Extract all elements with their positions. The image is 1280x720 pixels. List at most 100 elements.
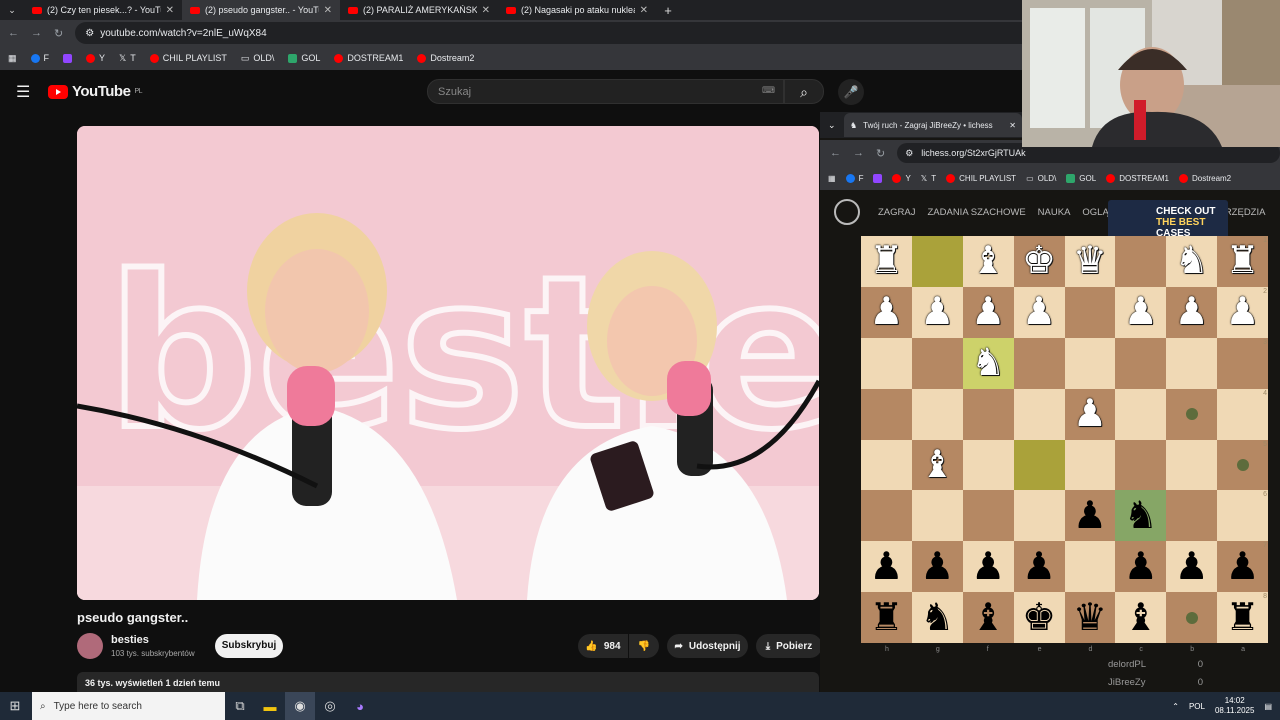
board-square[interactable] <box>1166 439 1218 491</box>
lichess-logo-icon[interactable] <box>834 199 860 225</box>
discord-icon[interactable]: ◕ <box>345 692 375 720</box>
notification-icon[interactable]: ▤ <box>1264 702 1272 711</box>
bookmark-dostream2[interactable]: Dostream2 <box>417 53 474 63</box>
board-square[interactable]: ♟ <box>1166 541 1218 593</box>
board-square[interactable] <box>1013 439 1065 491</box>
black-rook-piece[interactable]: ♜ <box>1226 599 1260 637</box>
board-square[interactable]: ♜ 8 a <box>1217 592 1268 653</box>
board-square[interactable]: ♞ <box>1166 236 1218 287</box>
board-square[interactable]: ♟ <box>1013 286 1065 338</box>
board-square[interactable]: ♛ <box>1064 236 1116 287</box>
back-icon[interactable]: ← <box>830 147 841 159</box>
white-knight-piece[interactable]: ♞ <box>1175 242 1209 280</box>
youtube-logo[interactable]: YouTube PL <box>48 83 142 100</box>
board-square[interactable] <box>1064 439 1116 491</box>
bookmark-old[interactable]: ▭ OLD\ <box>241 53 275 64</box>
board-square[interactable]: ♟ <box>1115 286 1167 338</box>
board-square[interactable]: ♟ <box>1166 286 1218 338</box>
ad-banner[interactable]: CHECK OUT THE BEST CASES <box>1108 200 1228 240</box>
board-square[interactable] <box>861 490 912 542</box>
close-icon[interactable]: ✕ <box>482 5 490 16</box>
bookmark-t[interactable]: 𝕏T <box>921 174 936 183</box>
white-queen-piece[interactable]: ♛ <box>1073 242 1107 280</box>
clock[interactable]: 14:02 08.11.2025 <box>1215 696 1254 716</box>
board-square[interactable]: b <box>1166 592 1218 653</box>
dislike-button[interactable]: 👎 <box>629 634 659 658</box>
app-icon[interactable]: ◎ <box>315 692 345 720</box>
chrome-icon[interactable]: ◉ <box>285 692 315 720</box>
board-square[interactable]: ♝ c <box>1115 592 1167 653</box>
black-pawn-piece[interactable]: ♟ <box>1124 548 1158 586</box>
black-pawn-piece[interactable]: ♟ <box>869 548 903 586</box>
board-square[interactable] <box>1115 439 1167 491</box>
black-pawn-piece[interactable]: ♟ <box>1226 548 1260 586</box>
white-knight-piece[interactable]: ♞ <box>971 344 1005 382</box>
board-square[interactable]: ♜ h <box>861 592 912 653</box>
white-rook-piece[interactable]: ♜ <box>869 242 903 280</box>
board-square[interactable]: 5 <box>1217 439 1268 491</box>
white-bishop-piece[interactable]: ♝ <box>920 446 954 484</box>
board-square[interactable]: ♟ <box>1064 388 1116 440</box>
close-icon[interactable]: ✕ <box>324 5 332 16</box>
board-square[interactable] <box>861 439 912 491</box>
tray-chevron-icon[interactable]: ⌃ <box>1172 702 1179 711</box>
board-square[interactable]: ♜ 1 <box>1217 236 1268 287</box>
board-square[interactable] <box>1115 388 1167 440</box>
board-square[interactable]: ♞ <box>962 337 1014 389</box>
bookmark-dostream1[interactable]: DOSTREAM1 <box>1106 173 1169 183</box>
board-square[interactable] <box>1064 286 1116 338</box>
back-icon[interactable]: ← <box>8 27 19 39</box>
board-square[interactable]: ♞ g <box>911 592 963 653</box>
black-rook-piece[interactable]: ♜ <box>869 599 903 637</box>
board-square[interactable]: ♟ <box>861 541 912 593</box>
board-square[interactable]: 3 <box>1217 337 1268 389</box>
bookmark-f[interactable]: F <box>30 53 49 63</box>
board-square[interactable]: ♟ <box>861 286 912 338</box>
bookmark-dostream1[interactable]: DOSTREAM1 <box>334 53 403 63</box>
nav-watch[interactable]: OGLĄ <box>1082 207 1108 218</box>
move-hint-dot[interactable] <box>1236 458 1249 471</box>
nav-learn[interactable]: NAUKA <box>1038 207 1071 218</box>
like-button[interactable]: 👍 984 <box>578 634 628 658</box>
board-square[interactable] <box>1064 337 1116 389</box>
forward-icon[interactable]: → <box>31 27 42 39</box>
bookmark-f[interactable]: F <box>845 173 863 183</box>
white-pawn-piece[interactable]: ♟ <box>920 293 954 331</box>
board-square[interactable]: ♟ <box>1064 490 1116 542</box>
tab-1[interactable]: (2) Czy ten piesek...? - YouTube ✕ <box>24 0 182 20</box>
board-square[interactable]: ♟ <box>911 541 963 593</box>
bookmark-chil[interactable]: CHIL PLAYLIST <box>946 173 1016 183</box>
bookmark-chil[interactable]: CHIL PLAYLIST <box>149 53 227 63</box>
board-square[interactable]: ♟ <box>911 286 963 338</box>
bookmark-twitch[interactable] <box>873 173 883 183</box>
board-square[interactable] <box>911 490 963 542</box>
taskbar-search-input[interactable]: ⌕ Type here to search <box>32 692 225 720</box>
white-pawn-piece[interactable]: ♟ <box>1022 293 1056 331</box>
black-pawn-piece[interactable]: ♟ <box>1073 497 1107 535</box>
board-square[interactable] <box>1115 236 1167 287</box>
board-square[interactable]: ♟ <box>962 541 1014 593</box>
task-view-icon[interactable]: ⧉ <box>225 692 255 720</box>
nav-tools[interactable]: RZĘDZIA <box>1225 207 1266 218</box>
file-explorer-icon[interactable]: ▬ <box>255 692 285 720</box>
description-box[interactable]: 36 tys. wyświetleń 1 dzień temu <box>77 672 819 692</box>
apps-icon[interactable]: ▦ <box>8 53 17 64</box>
black-king-piece[interactable]: ♚ <box>1022 599 1056 637</box>
bookmark-y[interactable]: Y <box>892 173 911 183</box>
tab-search-icon[interactable]: ⌄ <box>828 120 836 131</box>
board-square[interactable] <box>861 388 912 440</box>
white-bishop-piece[interactable]: ♝ <box>971 242 1005 280</box>
board-square[interactable] <box>1013 490 1065 542</box>
white-pawn-piece[interactable]: ♟ <box>1073 395 1107 433</box>
board-square[interactable] <box>962 388 1014 440</box>
board-square[interactable]: ♚ <box>1013 236 1065 287</box>
board-square[interactable] <box>1013 388 1065 440</box>
mic-button[interactable]: 🎤 <box>838 79 864 105</box>
white-pawn-piece[interactable]: ♟ <box>1124 293 1158 331</box>
board-square[interactable] <box>911 337 963 389</box>
board-square[interactable] <box>1013 337 1065 389</box>
board-square[interactable]: ♝ f <box>962 592 1014 653</box>
tab-3[interactable]: (2) PARALIŻ AMERYKAŃSKIEGO ✕ <box>340 0 498 20</box>
tab-4[interactable]: (2) Nagasaki po ataku nuklearnym ✕ <box>498 0 656 20</box>
close-icon[interactable]: ✕ <box>166 5 174 16</box>
